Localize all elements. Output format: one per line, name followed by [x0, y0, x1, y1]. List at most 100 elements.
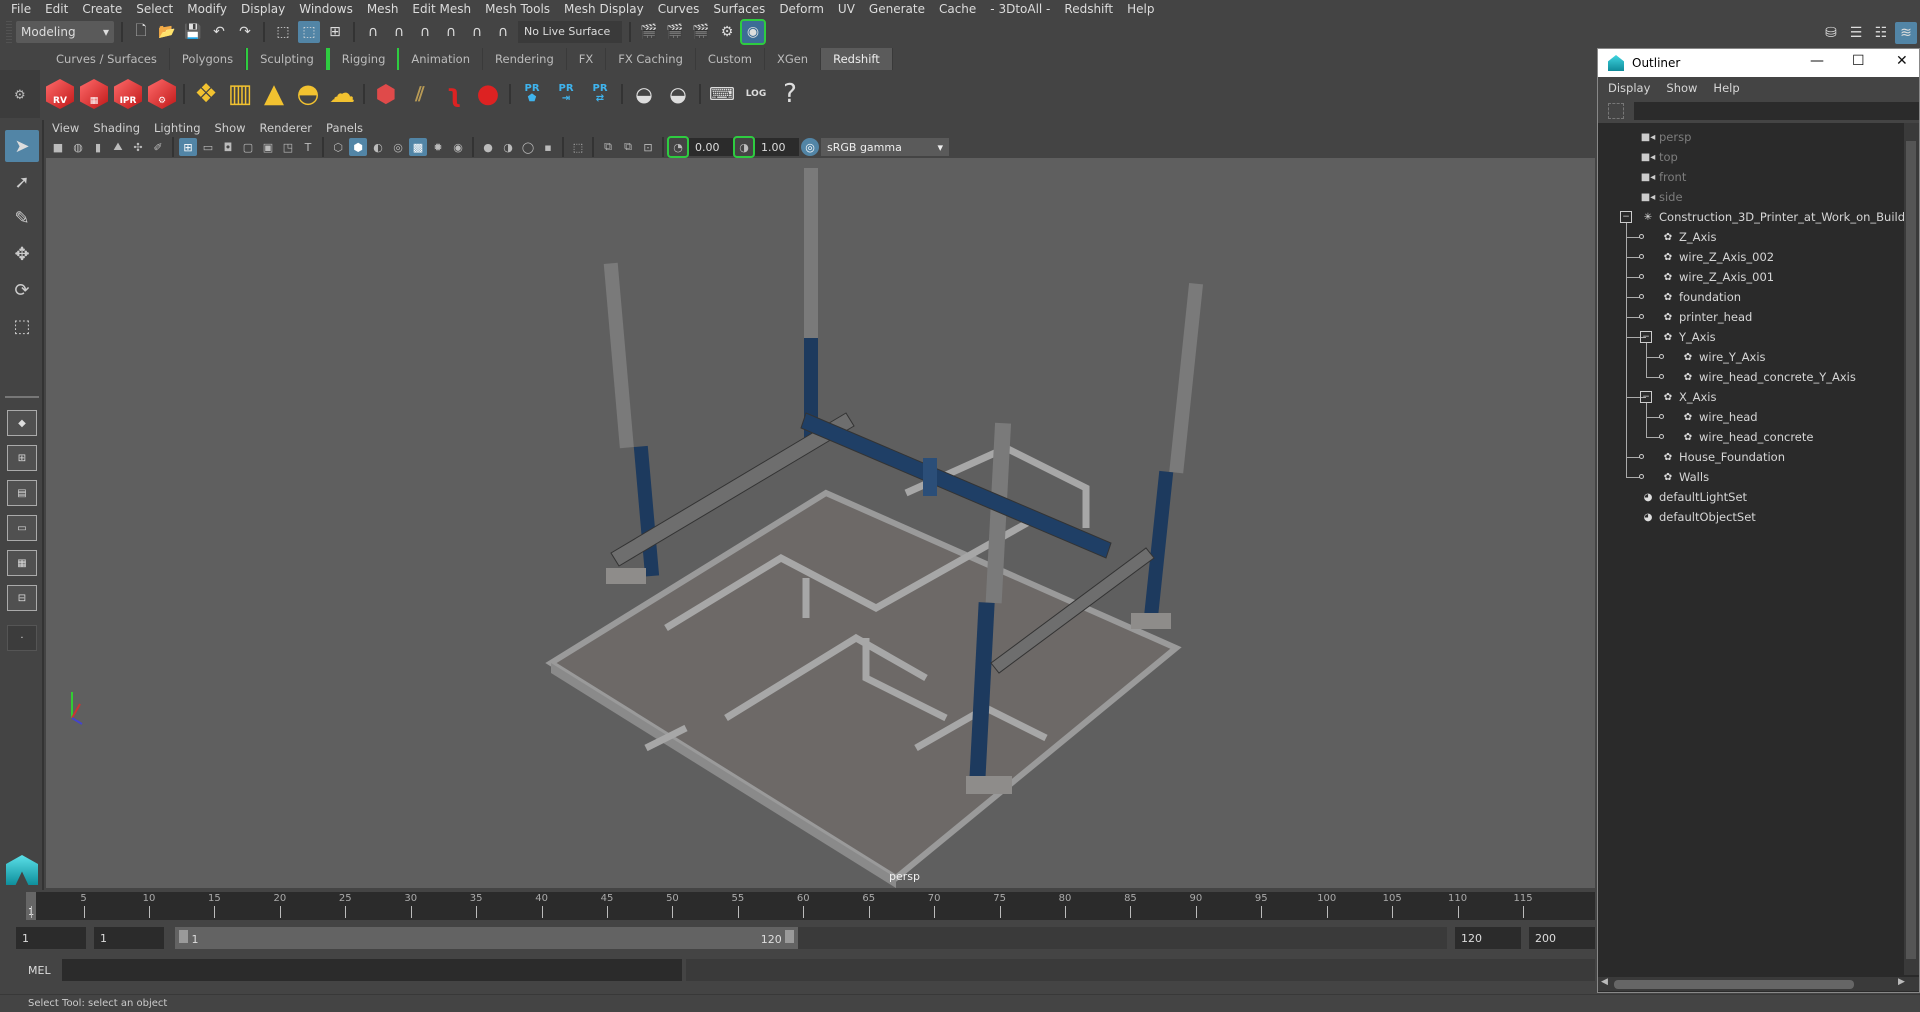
layout-persp-graph-icon[interactable]: ▭	[7, 515, 37, 541]
bookmark-icon[interactable]: ▮	[89, 138, 107, 156]
outliner-item-camera[interactable]: ■◂ persp	[1640, 127, 1692, 147]
redshift-render-view-button[interactable]: RV	[44, 75, 76, 113]
camera-select-icon[interactable]: ■	[49, 138, 67, 156]
grid-icon[interactable]: ⊞	[179, 138, 197, 156]
outliner-item-root[interactable]: ✳ Construction_3D_Printer_at_Work_on_Buil…	[1640, 207, 1904, 227]
gamma-icon[interactable]: ◑	[733, 136, 755, 158]
collapse-toggle[interactable]: −	[1640, 391, 1652, 403]
script-language-toggle[interactable]: MEL	[28, 964, 51, 977]
layout-four-icon[interactable]: ⊞	[7, 445, 37, 471]
textured-icon[interactable]: ▩	[409, 138, 427, 156]
snap-curve-icon[interactable]: ∩	[388, 21, 410, 43]
menu-mesh-tools[interactable]: Mesh Tools	[478, 2, 557, 16]
workspace-menu-selector[interactable]: Modeling ▾	[16, 20, 114, 43]
collapse-toggle[interactable]: −	[1640, 331, 1652, 343]
snap-surface-icon[interactable]: ∩	[492, 21, 514, 43]
resolution-gate-icon[interactable]: ◘	[219, 138, 237, 156]
lasso-tool-icon[interactable]: ➚	[5, 166, 39, 198]
exposure-icon[interactable]: ◔	[667, 136, 689, 158]
attribute-editor-icon[interactable]: ☰	[1845, 22, 1867, 44]
curve-object-icon[interactable]: ʅ	[438, 75, 470, 113]
outliner-menu-display[interactable]: Display	[1608, 81, 1650, 95]
shelf-tab-rigging[interactable]: Rigging	[327, 48, 400, 70]
menu-edit[interactable]: Edit	[38, 2, 75, 16]
image-plane-icon[interactable]: ⛰	[109, 138, 127, 156]
close-button[interactable]: ✕	[1896, 53, 1908, 69]
shelf-tab-custom[interactable]: Custom	[696, 48, 765, 70]
outliner-item-camera[interactable]: ■◂ side	[1640, 187, 1683, 207]
scrollbar-thumb[interactable]	[1906, 141, 1916, 959]
menu-mesh-display[interactable]: Mesh Display	[557, 2, 651, 16]
safe-title-icon[interactable]: T	[299, 138, 317, 156]
outliner-menu-help[interactable]: Help	[1713, 81, 1739, 95]
log-icon[interactable]: LOG	[740, 75, 772, 113]
camera-attributes-icon[interactable]: ◍	[69, 138, 87, 156]
scroll-right-icon[interactable]: ▶	[1898, 977, 1905, 987]
rotate-tool-icon[interactable]: ⟳	[5, 274, 39, 306]
use-lights-icon[interactable]: ✹	[429, 138, 447, 156]
bake-icon[interactable]: ◒	[662, 75, 694, 113]
menu-edit-mesh[interactable]: Edit Mesh	[405, 2, 478, 16]
outliner-item-mesh[interactable]: ✿ wire_Z_Axis_002	[1660, 247, 1774, 267]
mel-command-input[interactable]	[62, 959, 682, 981]
menu-mesh[interactable]: Mesh	[360, 2, 406, 16]
outliner-item-camera[interactable]: ■◂ top	[1640, 147, 1678, 167]
outliner-item-set[interactable]: ◕ defaultLightSet	[1640, 487, 1747, 507]
minimize-button[interactable]: —	[1810, 53, 1824, 69]
outliner-item-set[interactable]: ◕ defaultObjectSet	[1640, 507, 1756, 527]
panel-menu-view[interactable]: View	[45, 121, 86, 135]
menu-curves[interactable]: Curves	[651, 2, 707, 16]
panel-menu-panels[interactable]: Panels	[319, 121, 370, 135]
xray-active-icon[interactable]: ⧉	[619, 138, 637, 156]
shelf-tab-sculpting[interactable]: Sculpting	[246, 48, 328, 70]
shelf-tab-fx-caching[interactable]: FX Caching	[606, 48, 696, 70]
script-window-icon[interactable]: ⌨	[706, 75, 738, 113]
panel-menu-lighting[interactable]: Lighting	[147, 121, 207, 135]
shelf-tab-xgen[interactable]: XGen	[765, 48, 822, 70]
color-management-icon[interactable]: ◎	[801, 138, 819, 156]
shadows-icon[interactable]: ◉	[449, 138, 467, 156]
channel-box-icon[interactable]: ≋	[1895, 22, 1917, 44]
isolate-select-icon[interactable]: ⬚	[569, 138, 587, 156]
render-frame-icon[interactable]: 🎬	[664, 21, 686, 43]
panel-menu-renderer[interactable]: Renderer	[253, 121, 320, 135]
anti-aliasing-icon[interactable]: ◯	[519, 138, 537, 156]
outliner-item-mesh[interactable]: ✿ wire_Y_Axis	[1680, 347, 1766, 367]
proxy-icon[interactable]: ⬢	[370, 75, 402, 113]
open-scene-icon[interactable]: 📂	[156, 21, 178, 43]
xray-joints-icon[interactable]: ⊡	[639, 138, 657, 156]
snap-live-icon[interactable]: ∩	[466, 21, 488, 43]
shelf-tab-curves-surfaces[interactable]: Curves / Surfaces	[44, 48, 170, 70]
portal-light-icon[interactable]: ▥	[224, 75, 256, 113]
menu-select[interactable]: Select	[129, 2, 180, 16]
motion-blur-icon[interactable]: ◑	[499, 138, 517, 156]
outliner-title-bar[interactable]: Outliner — ☐ ✕	[1598, 49, 1919, 77]
redo-icon[interactable]: ↷	[234, 21, 256, 43]
shelf-tab-redshift[interactable]: Redshift	[821, 48, 893, 70]
select-component-icon[interactable]: ⊞	[324, 21, 346, 43]
outliner-search-input[interactable]	[1634, 102, 1919, 120]
outliner-item-mesh[interactable]: ✿ foundation	[1660, 287, 1741, 307]
paint-select-tool-icon[interactable]: ✎	[5, 202, 39, 234]
hypershade-icon[interactable]: ◉	[740, 18, 766, 45]
outliner-horizontal-scrollbar[interactable]: ◀ ▶	[1598, 977, 1919, 991]
panel-menu-show[interactable]: Show	[208, 121, 253, 135]
outliner-item-mesh[interactable]: ✿ House_Foundation	[1660, 447, 1785, 467]
undo-icon[interactable]: ↶	[208, 21, 230, 43]
shelf-tab-animation[interactable]: Animation	[399, 48, 484, 70]
save-scene-icon[interactable]: 💾	[182, 21, 204, 43]
start-frame-field[interactable]: 1	[16, 927, 86, 949]
layout-hypershade-icon[interactable]: ▦	[7, 550, 37, 576]
post-render-button-2[interactable]: PR ⇥	[550, 75, 582, 113]
gate-mask-icon[interactable]: ▢	[239, 138, 257, 156]
bake-multiple-icon[interactable]: ◒	[628, 75, 660, 113]
redshift-ipr-button[interactable]: IPR	[112, 75, 144, 113]
new-scene-icon[interactable]: 🗋	[130, 21, 152, 43]
safe-action-icon[interactable]: ◳	[279, 138, 297, 156]
filter-icon[interactable]	[1608, 103, 1624, 119]
post-render-button-1[interactable]: PR ⬟	[516, 75, 548, 113]
shelf-tab-polygons[interactable]: Polygons	[170, 48, 247, 70]
live-surface-field[interactable]: No Live Surface	[518, 20, 622, 43]
outliner-item-mesh[interactable]: ✿ wire_Z_Axis_001	[1660, 267, 1774, 287]
collapse-toggle[interactable]: −	[1620, 211, 1632, 223]
